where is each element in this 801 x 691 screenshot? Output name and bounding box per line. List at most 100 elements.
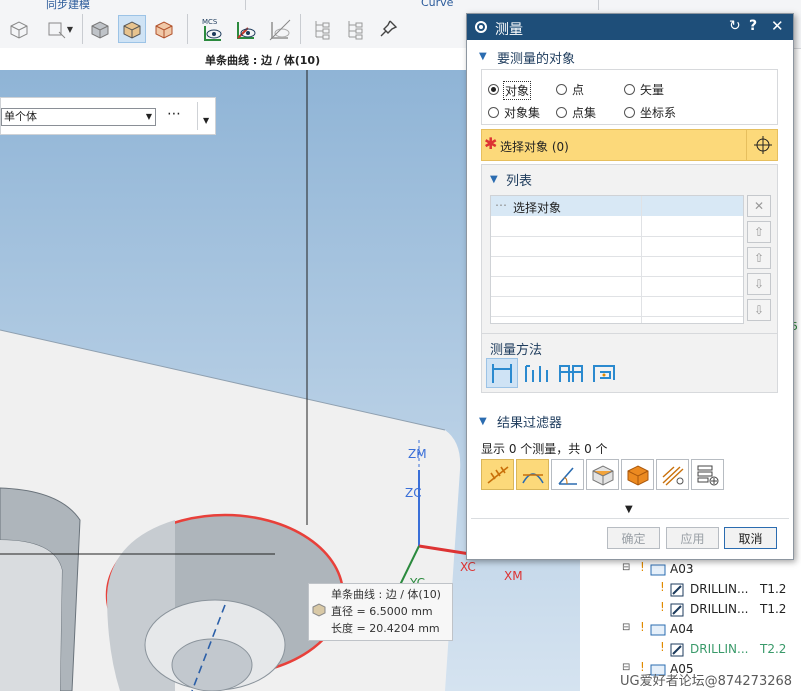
tree-row[interactable]: ⊟ ! A04 [580, 620, 801, 640]
method-ruler-button[interactable] [522, 358, 552, 388]
ribbon-group-sync-modeling: 同步建模 [46, 0, 90, 11]
group-divider [598, 0, 599, 10]
tree-row[interactable]: ! DRILLIN... T1.2 [580, 600, 801, 620]
list-panel: ▼ 列表 ⋯ 选择对象 ✕ ⇧ ⇧ ⇩ ⇩ [481, 164, 778, 342]
edge-cube-icon [312, 603, 326, 617]
method-angle-button[interactable] [590, 358, 620, 388]
move-down-button[interactable]: ⇩ [747, 273, 771, 295]
axis-zc-label: ZC [405, 486, 422, 500]
filter-volume-button[interactable] [621, 459, 654, 490]
tree-row[interactable]: ! DRILLIN... T1.2 [580, 580, 801, 600]
radio-point-label[interactable]: 点 [572, 81, 584, 98]
radio-object-set-label[interactable]: 对象集 [504, 104, 540, 121]
drilling-op-icon [670, 583, 684, 597]
show-csys-button[interactable] [231, 15, 259, 43]
tree-item-label: A03 [670, 562, 694, 576]
section-objects-header[interactable]: 要测量的对象 [497, 48, 575, 67]
tree-structure-icon [315, 21, 330, 40]
move-top-icon: ⇧ [753, 225, 765, 239]
filter-mass-button[interactable] [656, 459, 689, 490]
radio-object-label[interactable]: 对象 [503, 81, 532, 100]
radio-csys-label[interactable]: 坐标系 [640, 104, 676, 121]
move-up-button[interactable]: ⇧ [747, 247, 771, 269]
tree-item-label: DRILLIN... [690, 602, 749, 616]
shaded-with-edges-button[interactable] [118, 15, 146, 43]
move-bottom-button[interactable]: ⇩ [747, 299, 771, 321]
group-divider [245, 0, 246, 10]
view-orient-dropdown[interactable]: ▼ [37, 15, 81, 43]
area-cube-icon [592, 464, 613, 486]
shaded-cube-icon [91, 21, 109, 39]
collapse-triangle-icon[interactable]: ▼ [490, 174, 498, 185]
tree-connector: ⋯ [495, 198, 507, 212]
method-length-button[interactable] [556, 358, 586, 388]
radio-vector-label[interactable]: 矢量 [640, 81, 664, 98]
tree-row[interactable]: ! DRILLIN... T2.2 [580, 640, 801, 660]
assembly-nav-button[interactable] [308, 15, 336, 43]
filter-arc-button[interactable] [516, 459, 549, 490]
ok-button[interactable]: 确定 [607, 527, 660, 549]
static-wireframe-button[interactable] [150, 15, 178, 43]
selection-filter-bar: 单个体 ▼ ⋯ ▼ [0, 97, 216, 135]
selection-list[interactable]: ⋯ 选择对象 [490, 195, 744, 324]
filter-more-button[interactable] [691, 459, 724, 490]
collapse-triangle-icon[interactable]: ▼ [479, 416, 487, 427]
point-dialog-button[interactable] [746, 130, 778, 160]
shaded-button[interactable] [86, 15, 114, 43]
hide-csys-button[interactable] [265, 15, 293, 43]
wireframe-cube-icon [155, 21, 173, 39]
radio-point-set[interactable] [556, 107, 567, 118]
status-line: 单条曲线 : 边 / 体(10) [0, 48, 470, 71]
collapse-triangle-icon[interactable]: ▼ [479, 51, 487, 62]
toolbar-separator [82, 14, 83, 44]
show-wcs-button[interactable]: MCS [198, 15, 226, 43]
move-bottom-icon: ⇩ [753, 303, 765, 317]
inner-hole-wall [171, 638, 253, 691]
collapse-icon[interactable]: ⊟ [622, 622, 630, 633]
more-options-button[interactable]: ⋯ [167, 106, 181, 122]
radio-point[interactable] [556, 84, 567, 95]
reset-icon[interactable]: ↻ [729, 18, 741, 34]
method-distance-button[interactable] [486, 358, 518, 388]
radio-vector[interactable] [624, 84, 635, 95]
object-type-group: 对象 点 矢量 对象集 点集 坐标系 [481, 69, 778, 125]
help-icon[interactable]: ? [749, 18, 757, 34]
cancel-button[interactable]: 取消 [724, 527, 777, 549]
move-top-button[interactable]: ⇧ [747, 221, 771, 243]
close-icon[interactable]: ✕ [771, 17, 784, 35]
list-row-selected[interactable]: ⋯ 选择对象 [491, 196, 743, 216]
watermark-text: UG爱好者论坛@874273268 [620, 674, 793, 689]
list-header[interactable]: 列表 [506, 170, 532, 189]
pin-button[interactable] [374, 15, 402, 43]
radio-csys[interactable] [624, 107, 635, 118]
collapse-icon[interactable]: ⊟ [622, 562, 630, 573]
select-object-row[interactable]: ✱ 选择对象 (0) [481, 129, 778, 161]
radio-object-set[interactable] [488, 107, 499, 118]
fit-view-button[interactable] [5, 15, 33, 43]
status-exclaim-icon: ! [660, 640, 665, 654]
axis-xm-label: XM [504, 569, 523, 583]
gear-icon[interactable] [473, 19, 489, 35]
list-row-line [491, 236, 743, 237]
remove-button[interactable]: ✕ [747, 195, 771, 217]
results-filter-header[interactable]: 结果过滤器 [497, 412, 562, 431]
angle-method-icon [593, 365, 615, 382]
geometry-group-icon [650, 624, 666, 636]
expand-more-icon[interactable]: ▼ [625, 504, 633, 515]
tree-row[interactable]: ⊟ ! A03 [580, 560, 801, 580]
dialog-title-bar[interactable]: 测量 ↻ ? ✕ [467, 14, 793, 40]
part-nav-button[interactable] [341, 15, 369, 43]
angle-filter-icon [557, 466, 577, 485]
filter-distance-button[interactable] [481, 459, 514, 490]
tree-item-label: A04 [670, 622, 694, 636]
apply-button[interactable]: 应用 [666, 527, 719, 549]
measure-tooltip: 单条曲线 : 边 / 体(10) 直径 = 6.5000 mm 长度 = 20.… [308, 583, 453, 641]
chevron-down-icon[interactable]: ▼ [203, 116, 209, 125]
selection-scope-select[interactable]: 单个体 ▼ [1, 108, 156, 126]
length-method-icon [559, 365, 583, 382]
radio-point-set-label[interactable]: 点集 [572, 104, 596, 121]
view-box-icon [48, 22, 66, 39]
radio-object[interactable] [488, 84, 499, 95]
filter-area-button[interactable] [586, 459, 619, 490]
filter-angle-button[interactable] [551, 459, 584, 490]
